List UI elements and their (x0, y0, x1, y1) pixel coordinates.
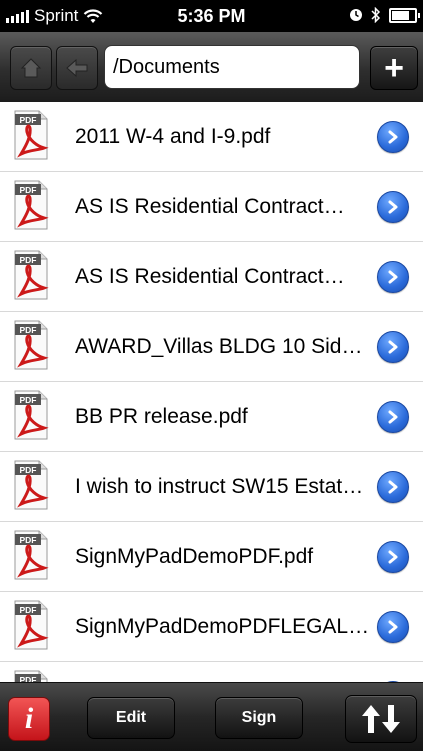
pdf-file-icon: PDF (14, 250, 49, 300)
back-arrow-icon (66, 58, 88, 78)
file-row[interactable]: PDF 2011 W-4 and I-9.pdf (0, 102, 423, 172)
path-field[interactable]: /Documents (104, 45, 360, 89)
file-row[interactable]: PDF SignMyPadDemoPDF.pdf (0, 522, 423, 592)
svg-text:PDF: PDF (20, 115, 37, 125)
disclosure-button[interactable] (377, 121, 409, 153)
file-row[interactable]: PDF BB PR release.pdf (0, 382, 423, 452)
status-bar: Sprint 5:36 PM (0, 0, 423, 32)
disclosure-chevron-icon (388, 550, 398, 564)
disclosure-chevron-icon (388, 410, 398, 424)
svg-text:PDF: PDF (20, 255, 37, 265)
file-list: PDF 2011 W-4 and I-9.pdf PDF AS IS Resid… (0, 102, 423, 682)
disclosure-chevron-icon (388, 200, 398, 214)
bottom-toolbar: i Edit Sign (0, 682, 423, 751)
svg-text:PDF: PDF (20, 675, 37, 682)
pdf-file-icon: PDF (14, 110, 49, 160)
navigation-toolbar: /Documents + (0, 32, 423, 103)
pdf-file-icon: PDF (14, 460, 49, 510)
home-button[interactable] (10, 46, 52, 90)
file-name: AWARD_Villas BLDG 10 Sid… (75, 335, 363, 358)
svg-text:PDF: PDF (20, 325, 37, 335)
disclosure-button[interactable] (377, 471, 409, 503)
svg-text:PDF: PDF (20, 185, 37, 195)
alarm-clock-icon (350, 9, 362, 21)
pdf-file-icon: PDF (14, 670, 48, 682)
svg-text:PDF: PDF (20, 395, 37, 405)
svg-text:PDF: PDF (20, 535, 37, 545)
info-button[interactable]: i (8, 697, 50, 741)
file-row[interactable]: PDF AWARD_Villas BLDG 10 Sid… (0, 312, 423, 382)
back-button[interactable] (56, 46, 98, 90)
file-name: AS IS Residential Contract… (75, 265, 345, 288)
pdf-file-icon: PDF (14, 390, 49, 440)
pdf-file-icon: PDF (14, 180, 49, 230)
bluetooth-icon (371, 7, 381, 23)
disclosure-button[interactable] (377, 611, 409, 643)
file-name: SignMyPadDemoPDF.pdf (75, 545, 314, 568)
file-name: I wish to instruct SW15 Estat… (75, 475, 364, 498)
file-row[interactable]: PDF SignMyPadMultiSignDemo.P… (0, 662, 423, 682)
disclosure-chevron-icon (388, 340, 398, 354)
disclosure-button[interactable] (377, 331, 409, 363)
disclosure-chevron-icon (388, 620, 398, 634)
sort-button[interactable] (345, 695, 417, 743)
file-row[interactable]: PDF AS IS Residential Contract… (0, 172, 423, 242)
disclosure-button[interactable] (377, 401, 409, 433)
disclosure-chevron-icon (388, 130, 398, 144)
disclosure-button[interactable] (377, 261, 409, 293)
edit-button[interactable]: Edit (87, 697, 175, 739)
status-right (349, 7, 420, 23)
file-name: BB PR release.pdf (75, 405, 248, 428)
sign-button[interactable]: Sign (215, 697, 303, 739)
home-icon (20, 58, 42, 78)
file-name: AS IS Residential Contract… (75, 195, 345, 218)
battery-icon (389, 7, 420, 23)
file-row[interactable]: PDF I wish to instruct SW15 Estat… (0, 452, 423, 522)
pdf-file-icon: PDF (14, 600, 49, 650)
disclosure-button[interactable] (377, 191, 409, 223)
disclosure-chevron-icon (388, 270, 398, 284)
file-name: SignMyPadMultiSignDemo.P… (75, 662, 375, 682)
file-row[interactable]: PDF SignMyPadDemoPDFLEGAL… (0, 592, 423, 662)
add-button[interactable]: + (370, 46, 418, 90)
pdf-file-icon: PDF (14, 530, 49, 580)
disclosure-button[interactable] (377, 541, 409, 573)
svg-text:PDF: PDF (20, 605, 37, 615)
sort-arrows-icon (362, 705, 400, 733)
disclosure-chevron-icon (388, 480, 398, 494)
svg-text:PDF: PDF (20, 465, 37, 475)
file-name: SignMyPadDemoPDFLEGAL… (75, 615, 370, 638)
pdf-file-icon: PDF (14, 320, 49, 370)
file-name: 2011 W-4 and I-9.pdf (75, 125, 271, 148)
file-row[interactable]: PDF AS IS Residential Contract… (0, 242, 423, 312)
